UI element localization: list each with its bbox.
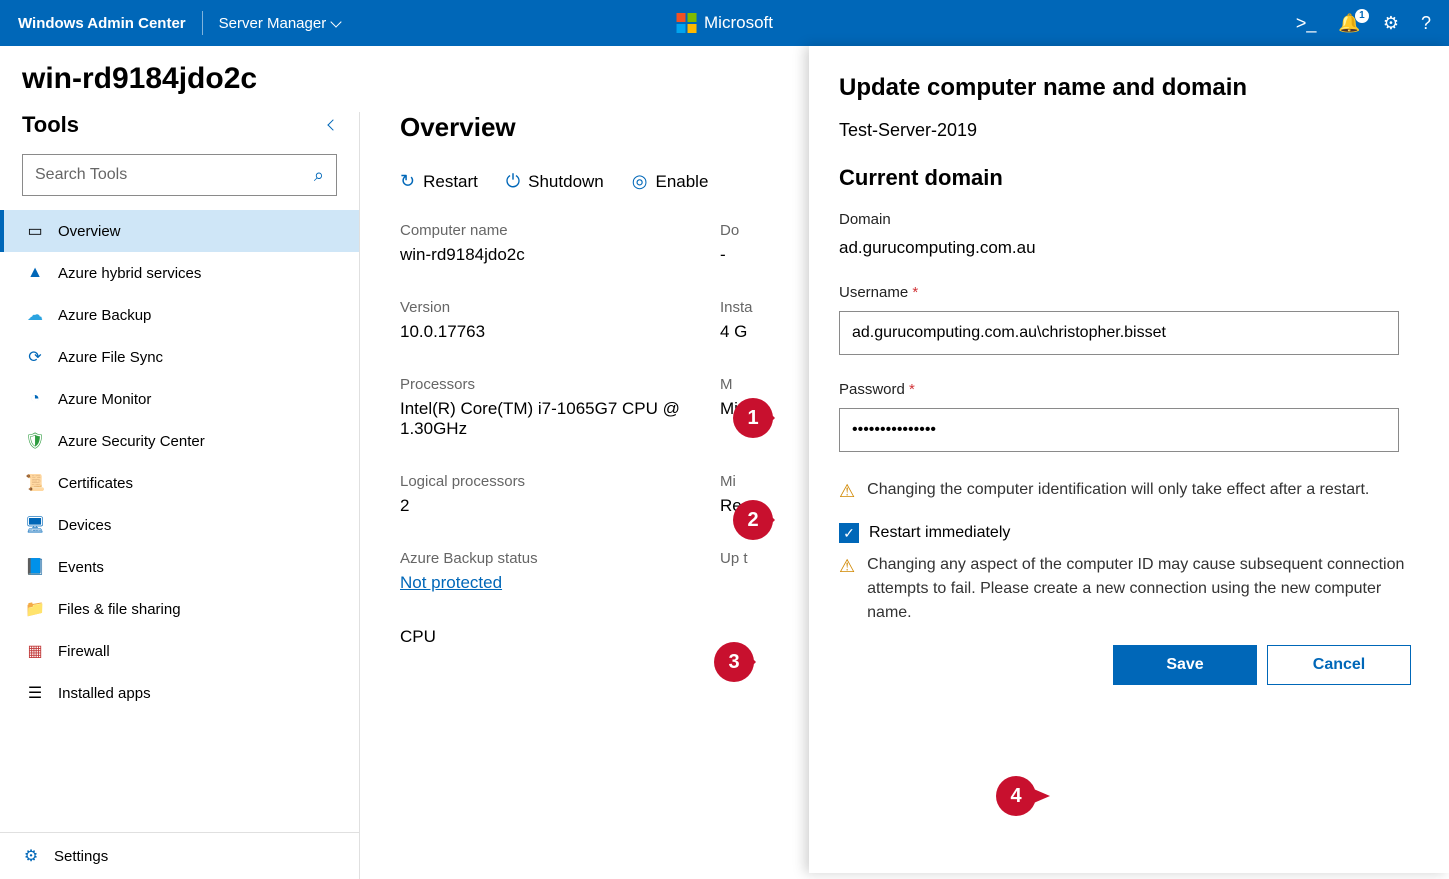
tool-item-azure-file-sync[interactable]: ⟳Azure File Sync	[0, 336, 359, 378]
search-tools-input[interactable]: Search Tools ⌕	[22, 154, 337, 196]
cpu-label: CPU	[400, 627, 720, 647]
domain-field-label: Domain	[839, 211, 1411, 228]
tool-item-azure-security[interactable]: 🛡Azure Security Center	[0, 420, 359, 462]
shutdown-button[interactable]: ⏻Shutdown	[506, 171, 604, 192]
tools-title: Tools	[22, 112, 79, 138]
firewall-icon: ▦	[26, 642, 44, 660]
ms-brand-center: Microsoft	[676, 13, 773, 33]
username-label: Username *	[839, 284, 1411, 301]
tool-item-events[interactable]: 📘Events	[0, 546, 359, 588]
enable-icon: ◎	[632, 171, 648, 192]
tool-item-overview[interactable]: ▭Overview	[0, 210, 359, 252]
tool-item-installed-apps[interactable]: ☰Installed apps	[0, 672, 359, 714]
tool-item-azure-monitor[interactable]: ◔Azure Monitor	[0, 378, 359, 420]
username-input[interactable]	[839, 311, 1399, 355]
restart-button[interactable]: ↻Restart	[400, 171, 478, 192]
tool-item-devices[interactable]: 🖥Devices	[0, 504, 359, 546]
version-value: 10.0.17763	[400, 322, 720, 342]
tool-item-firewall[interactable]: ▦Firewall	[0, 630, 359, 672]
app-brand[interactable]: Windows Admin Center	[18, 15, 186, 32]
tools-list: ▭Overview ▲Azure hybrid services ☁Azure …	[0, 210, 359, 832]
certificate-icon: 📜	[26, 474, 44, 492]
domain-field-value: ad.gurucomputing.com.au	[839, 238, 1411, 258]
microsoft-logo-icon	[676, 13, 696, 33]
folder-icon: 📁	[26, 600, 44, 618]
save-button[interactable]: Save	[1113, 645, 1257, 685]
tool-item-certificates[interactable]: 📜Certificates	[0, 462, 359, 504]
gear-icon[interactable]: ⚙	[1383, 13, 1399, 34]
warning-restart: ⚠ Changing the computer identification w…	[839, 478, 1411, 505]
restart-immediately-checkbox[interactable]: ✓ Restart immediately	[839, 523, 1411, 543]
version-label: Version	[400, 299, 720, 316]
tool-item-files[interactable]: 📁Files & file sharing	[0, 588, 359, 630]
notifications-icon[interactable]: 🔔1	[1338, 13, 1360, 34]
events-icon: 📘	[26, 558, 44, 576]
azure-backup-label: Azure Backup status	[400, 550, 720, 567]
search-icon: ⌕	[314, 165, 324, 186]
logical-value: 2	[400, 496, 720, 516]
gear-icon: ⚙	[22, 847, 40, 865]
password-input[interactable]	[839, 408, 1399, 452]
collapse-sidebar-icon[interactable]	[327, 119, 338, 130]
processors-label: Processors	[400, 376, 720, 393]
devices-icon: 🖥	[26, 516, 44, 534]
warning-icon: ⚠	[839, 478, 855, 505]
microsoft-label: Microsoft	[704, 13, 773, 33]
tool-item-settings[interactable]: ⚙ Settings	[0, 832, 359, 879]
enable-button[interactable]: ◎Enable	[632, 171, 709, 192]
computer-name-label: Computer name	[400, 222, 720, 239]
powershell-icon[interactable]: >_	[1296, 13, 1317, 34]
current-domain-heading: Current domain	[839, 165, 1411, 191]
tool-item-azure-backup[interactable]: ☁Azure Backup	[0, 294, 359, 336]
notification-badge: 1	[1355, 9, 1369, 23]
checkbox-checked-icon: ✓	[839, 523, 859, 543]
annotation-1: 1	[733, 398, 773, 438]
flyout-title: Update computer name and domain	[839, 74, 1411, 102]
search-placeholder: Search Tools	[35, 166, 314, 184]
apps-icon: ☰	[26, 684, 44, 702]
password-label: Password *	[839, 381, 1411, 398]
annotation-2: 2	[733, 500, 773, 540]
overview-icon: ▭	[26, 222, 44, 240]
help-icon[interactable]: ?	[1421, 13, 1431, 34]
edit-computerid-flyout: Update computer name and domain Test-Ser…	[809, 46, 1449, 873]
chevron-down-icon	[331, 16, 342, 27]
tool-item-azure-hybrid[interactable]: ▲Azure hybrid services	[0, 252, 359, 294]
restart-icon: ↻	[400, 171, 415, 192]
computer-name-value: win-rd9184jdo2c	[400, 245, 720, 265]
app-header: Windows Admin Center Server Manager Micr…	[0, 0, 1449, 46]
processors-value: Intel(R) Core(TM) i7-1065G7 CPU @ 1.30GH…	[400, 399, 700, 439]
azure-backup-link[interactable]: Not protected	[400, 573, 720, 593]
shield-icon: 🛡	[26, 432, 44, 450]
new-computer-name: Test-Server-2019	[839, 120, 1411, 141]
azure-icon: ▲	[26, 264, 44, 282]
context-switcher[interactable]: Server Manager	[219, 15, 341, 32]
tools-sidebar: Tools Search Tools ⌕ ▭Overview ▲Azure hy…	[0, 112, 360, 879]
sync-icon: ⟳	[26, 348, 44, 366]
annotation-4: 4	[996, 776, 1036, 816]
annotation-3: 3	[714, 642, 754, 682]
divider	[202, 11, 203, 35]
logical-label: Logical processors	[400, 473, 720, 490]
warning-connection: ⚠ Changing any aspect of the computer ID…	[839, 553, 1411, 625]
warning-icon: ⚠	[839, 553, 855, 625]
cloud-icon: ☁	[26, 306, 44, 324]
monitor-icon: ◔	[26, 390, 44, 408]
power-icon: ⏻	[506, 171, 520, 192]
cancel-button[interactable]: Cancel	[1267, 645, 1411, 685]
context-label: Server Manager	[219, 15, 327, 32]
